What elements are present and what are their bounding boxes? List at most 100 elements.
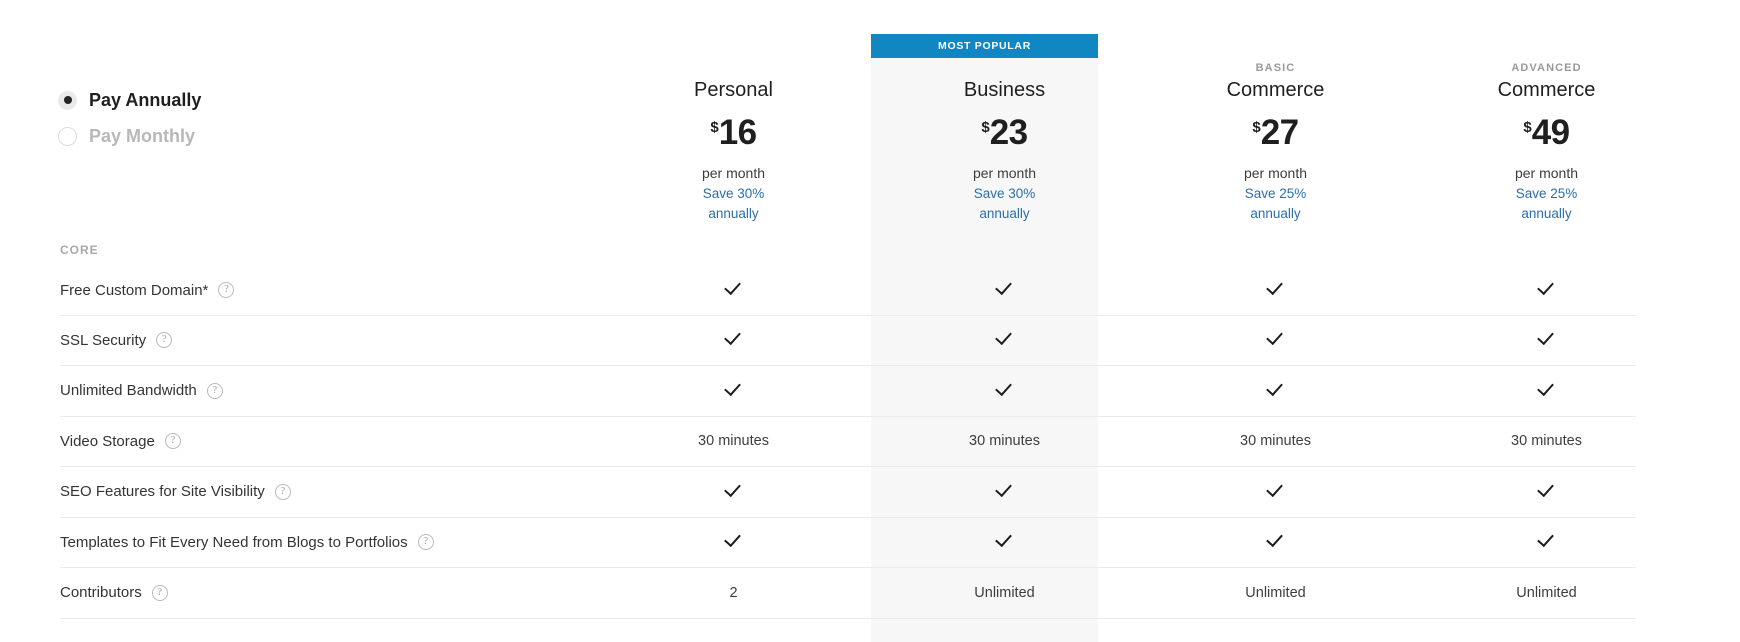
help-icon[interactable]: ? — [151, 584, 168, 601]
billing-option-label: Pay Annually — [89, 89, 202, 110]
feature-value-cell: Unlimited — [1245, 584, 1306, 601]
currency-symbol: $ — [1523, 119, 1532, 136]
plan-name: Commerce — [1226, 79, 1325, 101]
checkmark-icon — [996, 329, 1014, 347]
checkmark-icon — [996, 481, 1014, 499]
help-icon[interactable]: ? — [156, 332, 173, 349]
plan-column: Business $23 per month Save 30% annually — [869, 60, 1140, 230]
feature-value-cell: 30 minutes — [1511, 433, 1582, 450]
savings-note-line2[interactable]: annually — [1521, 205, 1571, 222]
savings-note-line1[interactable]: Save 25% — [1245, 185, 1307, 202]
feature-value-cell: 30 minutes — [698, 433, 769, 450]
table-row: Contributors? 2 Unlimited Unlimited Unlimite… — [60, 568, 1636, 619]
feature-value-cell: 30 minutes — [969, 433, 1040, 450]
savings-note-line2[interactable]: annually — [979, 205, 1029, 222]
feature-included-checkmark-icon — [598, 329, 869, 351]
feature-included-checkmark-icon — [1411, 279, 1682, 301]
plan-tier-eyebrow: ADVANCED — [1511, 62, 1582, 74]
most-popular-badge: MOST POPULAR — [871, 34, 1098, 58]
table-row: Free Custom Domain*? — [60, 265, 1636, 316]
feature-included-checkmark-icon — [869, 279, 1140, 301]
feature-included-checkmark-icon — [1411, 481, 1682, 503]
price-amount: 27 — [1260, 113, 1299, 152]
billing-option-label: Pay Monthly — [89, 125, 196, 146]
radio-selected-icon[interactable] — [58, 90, 77, 110]
plan-tier-eyebrow: BASIC — [1255, 62, 1296, 74]
plan-header-row: Personal $16 per month Save 30% annually Busi… — [598, 60, 1682, 230]
feature-value-cell: 30 minutes — [1240, 433, 1311, 450]
price-amount: 23 — [989, 113, 1028, 152]
plan-name: Personal — [694, 79, 773, 101]
feature-value-cell: Unlimited — [974, 584, 1035, 601]
billing-option-pay-annually[interactable]: Pay Annually — [58, 82, 201, 118]
feature-label: SSL Security — [60, 331, 147, 349]
price-period: per month — [701, 165, 766, 181]
currency-symbol: $ — [710, 119, 719, 136]
feature-included-checkmark-icon — [869, 329, 1140, 351]
savings-note-line2[interactable]: annually — [1250, 205, 1300, 222]
plan-name: Business — [963, 79, 1046, 101]
feature-label: Video Storage — [60, 432, 155, 450]
price-period: per month — [1243, 165, 1308, 181]
savings-note-line1[interactable]: Save 30% — [703, 185, 765, 202]
feature-included-checkmark-icon — [1140, 380, 1411, 402]
section-heading-core: CORE — [60, 243, 99, 257]
feature-label-cell: Templates to Fit Every Need from Blogs t… — [60, 534, 598, 551]
checkmark-icon — [1267, 380, 1285, 398]
feature-label-cell: Video Storage? — [60, 433, 598, 450]
feature-label-cell: Free Custom Domain*? — [60, 282, 598, 299]
plan-price: $16 — [710, 113, 757, 155]
currency-symbol: $ — [981, 119, 990, 136]
plan-column: Personal $16 per month Save 30% annually — [598, 60, 869, 230]
savings-note-line2[interactable]: annually — [708, 205, 758, 222]
table-row: SSL Security? — [60, 316, 1636, 366]
plan-column: ADVANCED Commerce $49 per month Save 25% annu… — [1411, 60, 1682, 230]
billing-period-toggle[interactable]: Pay Annually Pay Monthly — [58, 82, 201, 154]
feature-included-checkmark-icon — [869, 380, 1140, 402]
checkmark-icon — [996, 531, 1014, 549]
checkmark-icon — [725, 380, 743, 398]
table-row: SEO Features for Site Visibility? — [60, 467, 1636, 518]
table-row: Video Storage? 30 minutes 30 minutes 30 min… — [60, 417, 1636, 467]
checkmark-icon — [1538, 329, 1556, 347]
radio-unselected-icon[interactable] — [58, 126, 77, 146]
help-icon[interactable]: ? — [164, 433, 181, 450]
checkmark-icon — [725, 329, 743, 347]
radio-dot-icon — [63, 96, 72, 104]
checkmark-icon — [1267, 329, 1285, 347]
plan-price: $27 — [1252, 113, 1299, 155]
feature-label: Templates to Fit Every Need from Blogs t… — [60, 533, 408, 551]
feature-label: Unlimited Bandwidth — [60, 382, 197, 400]
feature-included-checkmark-icon — [1140, 279, 1411, 301]
feature-included-checkmark-icon — [598, 279, 869, 301]
feature-included-checkmark-icon — [1411, 531, 1682, 553]
help-icon[interactable]: ? — [218, 282, 235, 299]
billing-option-pay-monthly[interactable]: Pay Monthly — [58, 118, 201, 154]
checkmark-icon — [996, 380, 1014, 398]
help-icon[interactable]: ? — [417, 534, 434, 551]
checkmark-icon — [1538, 380, 1556, 398]
feature-label-cell: SSL Security? — [60, 332, 598, 349]
price-period: per month — [1514, 165, 1579, 181]
feature-label-cell: Contributors? — [60, 584, 598, 601]
savings-note-line1[interactable]: Save 25% — [1516, 185, 1578, 202]
price-amount: 49 — [1531, 113, 1570, 152]
feature-label-cell: SEO Features for Site Visibility? — [60, 483, 598, 500]
feature-label: Free Custom Domain* — [60, 281, 209, 299]
price-period: per month — [972, 165, 1037, 181]
price-amount: 16 — [718, 113, 757, 152]
feature-included-checkmark-icon — [869, 531, 1140, 553]
plan-price: $49 — [1523, 113, 1570, 155]
feature-value-cell: Unlimited — [1516, 584, 1577, 601]
pricing-comparison-page: MOST POPULAR Pay Annually Pay Monthly Per… — [0, 0, 1740, 642]
table-row: Templates to Fit Every Need from Blogs t… — [60, 518, 1636, 568]
plan-column: BASIC Commerce $27 per month Save 25% annuall… — [1140, 60, 1411, 230]
checkmark-icon — [725, 531, 743, 549]
feature-included-checkmark-icon — [869, 481, 1140, 503]
feature-label: Contributors — [60, 584, 142, 602]
savings-note-line1[interactable]: Save 30% — [974, 185, 1036, 202]
help-icon[interactable]: ? — [206, 382, 223, 399]
help-icon[interactable]: ? — [274, 483, 291, 500]
feature-value-cell: 2 — [729, 584, 738, 601]
feature-comparison-table: Free Custom Domain*? SSL Security? Unlimit… — [60, 265, 1636, 619]
